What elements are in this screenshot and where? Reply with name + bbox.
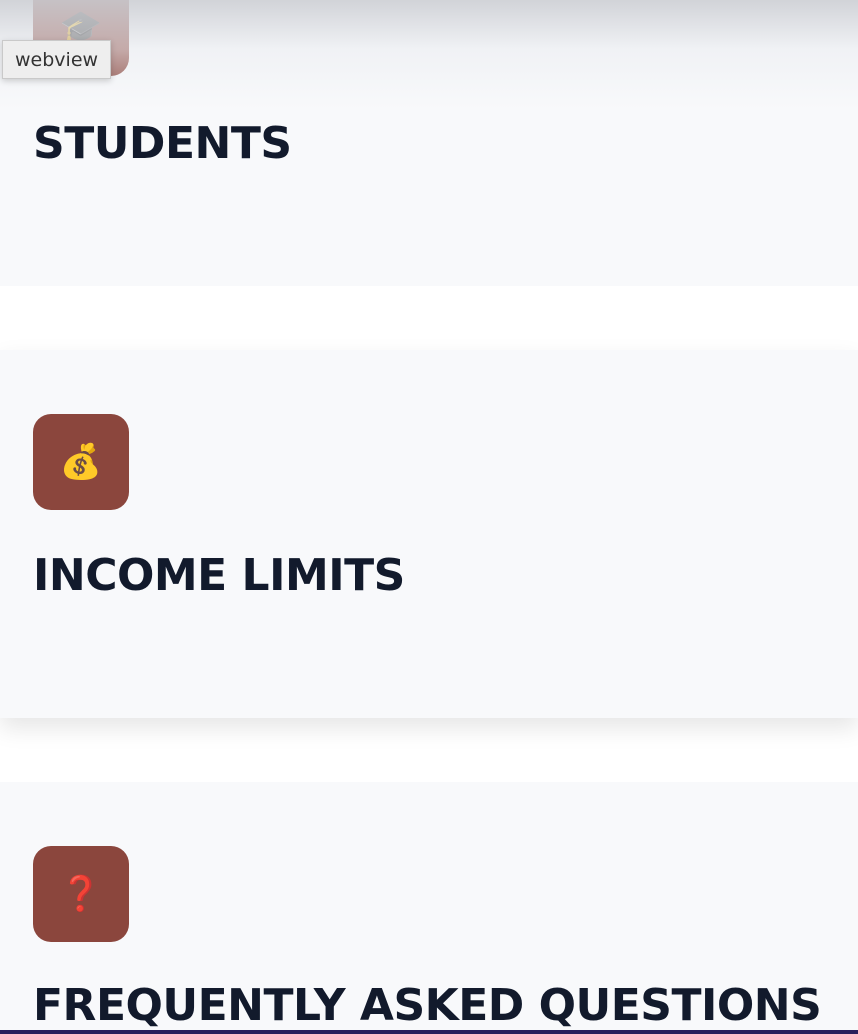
page: 🎓 STUDENTS 💰 INCOME LIMITS ❓ FREQUENTLY … xyxy=(0,0,858,1034)
money-bag-glyph: 💰 xyxy=(59,443,103,481)
webview-badge: webview xyxy=(2,40,112,79)
money-bag-icon: 💰 xyxy=(33,414,129,510)
card-students[interactable]: 🎓 STUDENTS xyxy=(0,0,858,286)
card-income-limits[interactable]: 💰 INCOME LIMITS xyxy=(0,350,858,718)
bottom-bar xyxy=(0,1030,858,1034)
card-title-faq: FREQUENTLY ASKED QUESTIONS xyxy=(33,980,822,1031)
card-faq[interactable]: ❓ FREQUENTLY ASKED QUESTIONS xyxy=(0,782,858,1034)
question-mark-icon: ❓ xyxy=(33,846,129,942)
card-title-income-limits: INCOME LIMITS xyxy=(33,550,405,601)
question-mark-glyph: ❓ xyxy=(59,875,103,913)
card-title-students: STUDENTS xyxy=(33,118,292,169)
